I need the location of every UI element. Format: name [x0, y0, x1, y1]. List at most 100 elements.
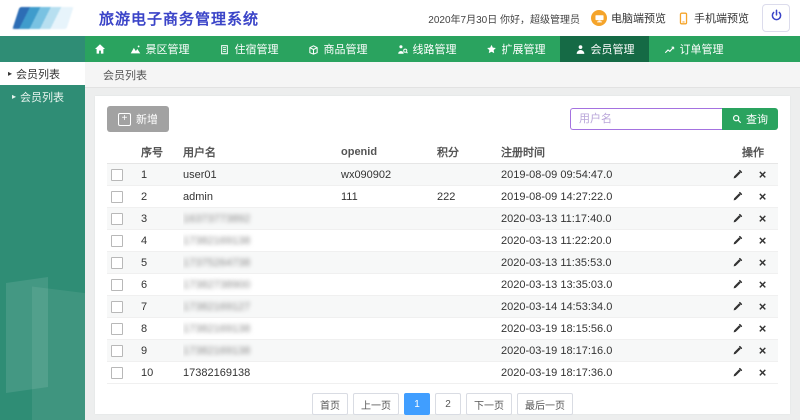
- edit-icon[interactable]: [731, 322, 744, 335]
- page-btn-page-1[interactable]: 1: [404, 393, 430, 415]
- cell-openid: [341, 230, 437, 252]
- table-header-row: 序号用户名openid积分注册时间操作: [107, 140, 778, 164]
- row-checkbox[interactable]: [111, 169, 123, 181]
- row-checkbox[interactable]: [111, 367, 123, 379]
- phone-icon: [677, 12, 690, 25]
- delete-icon[interactable]: ×: [756, 344, 769, 357]
- nav-item-goods[interactable]: 商品管理: [293, 36, 382, 62]
- nav-item-label: 订单管理: [680, 41, 724, 57]
- nav-item-order[interactable]: 订单管理: [649, 36, 738, 62]
- cell-openid: [341, 340, 437, 362]
- cell-username: 17382169127: [183, 296, 341, 318]
- cell-seq: 10: [141, 362, 183, 384]
- search-icon: [732, 114, 742, 124]
- breadcrumb: 会员列表: [85, 62, 800, 88]
- edit-icon[interactable]: [731, 212, 744, 225]
- row-checkbox[interactable]: [111, 257, 123, 269]
- pagination: 首页上一页12下一页最后一页: [107, 384, 778, 419]
- edit-icon[interactable]: [731, 234, 744, 247]
- sidebar-item-label: 会员列表: [16, 66, 60, 82]
- cell-username: 17382169138: [183, 340, 341, 362]
- sidebar-item-member-list-child[interactable]: ▸ 会员列表: [0, 85, 85, 108]
- home-icon[interactable]: [85, 36, 115, 62]
- body-row: ▸会员列表▸会员列表 景区管理住宿管理商品管理线路管理扩展管理会员管理订单管理 …: [0, 36, 800, 420]
- delete-icon[interactable]: ×: [756, 212, 769, 225]
- row-checkbox[interactable]: [111, 323, 123, 335]
- cell-reg-time: 2020-03-19 18:17:16.0: [501, 340, 719, 362]
- edit-icon[interactable]: [731, 168, 744, 181]
- cell-points: [437, 230, 501, 252]
- member-list-panel: + 新增 查询: [95, 96, 790, 414]
- search-button-label: 查询: [746, 111, 768, 127]
- row-checkbox[interactable]: [111, 279, 123, 291]
- delete-icon[interactable]: ×: [756, 168, 769, 181]
- row-checkbox[interactable]: [111, 301, 123, 313]
- mobile-preview-button[interactable]: 手机端预览: [677, 10, 749, 26]
- nav-item-route[interactable]: 线路管理: [382, 36, 471, 62]
- delete-icon[interactable]: ×: [756, 300, 769, 313]
- nav-item-member[interactable]: 会员管理: [560, 36, 649, 62]
- edit-icon[interactable]: [731, 344, 744, 357]
- delete-icon[interactable]: ×: [756, 190, 769, 203]
- sidebar-item-member-list[interactable]: ▸会员列表: [0, 62, 85, 85]
- delete-icon[interactable]: ×: [756, 234, 769, 247]
- search-input[interactable]: [570, 108, 722, 130]
- chevron-right-icon: ▸: [12, 93, 16, 101]
- extension-icon: [486, 44, 497, 55]
- nav-item-extension[interactable]: 扩展管理: [471, 36, 560, 62]
- cell-points: [437, 362, 501, 384]
- cell-seq: 8: [141, 318, 183, 340]
- cell-openid: [341, 252, 437, 274]
- page-btn-last[interactable]: 最后一页: [517, 393, 573, 415]
- hotel-icon: [219, 44, 230, 55]
- cell-seq: 3: [141, 208, 183, 230]
- sidebar-menu: ▸会员列表▸会员列表: [0, 36, 85, 108]
- edit-icon[interactable]: [731, 256, 744, 269]
- power-button[interactable]: [762, 4, 790, 32]
- delete-icon[interactable]: ×: [756, 256, 769, 269]
- cell-seq: 4: [141, 230, 183, 252]
- search-button[interactable]: 查询: [722, 108, 778, 130]
- row-checkbox[interactable]: [111, 345, 123, 357]
- cell-actions: ×: [719, 230, 778, 252]
- cell-username: 17382169138: [183, 230, 341, 252]
- cell-openid: [341, 208, 437, 230]
- cell-username: 17382738900: [183, 274, 341, 296]
- cell-actions: ×: [719, 362, 778, 384]
- column-header: 积分: [437, 140, 501, 164]
- page-btn-first[interactable]: 首页: [312, 393, 348, 415]
- sidebar-item-label: 会员列表: [20, 89, 64, 105]
- delete-icon[interactable]: ×: [756, 278, 769, 291]
- pc-preview-button[interactable]: 电脑端预览: [591, 10, 666, 26]
- column-header: 注册时间: [501, 140, 719, 164]
- monitor-icon: [591, 10, 607, 26]
- row-checkbox[interactable]: [111, 235, 123, 247]
- main-nav: 景区管理住宿管理商品管理线路管理扩展管理会员管理 订单管理: [85, 36, 800, 62]
- mobile-preview-label: 手机端预览: [694, 10, 749, 26]
- edit-icon[interactable]: [731, 190, 744, 203]
- edit-icon[interactable]: [731, 366, 744, 379]
- app-window: 旅游电子商务管理系统 2020年7月30日 你好，超级管理员 电脑端预览 手机端…: [0, 0, 800, 420]
- nav-item-hotel[interactable]: 住宿管理: [204, 36, 293, 62]
- cell-reg-time: 2020-03-13 13:35:03.0: [501, 274, 719, 296]
- add-button[interactable]: + 新增: [107, 106, 169, 132]
- table-row: 1user01wx0909022019-08-09 09:54:47.0×: [107, 164, 778, 186]
- cell-seq: 2: [141, 186, 183, 208]
- header-right: 2020年7月30日 你好，超级管理员 电脑端预览 手机端预览: [428, 4, 790, 32]
- row-checkbox[interactable]: [111, 213, 123, 225]
- page-btn-page-2[interactable]: 2: [435, 393, 461, 415]
- delete-icon[interactable]: ×: [756, 366, 769, 379]
- row-checkbox[interactable]: [111, 191, 123, 203]
- table-row: 8173821691382020-03-19 18:15:56.0×: [107, 318, 778, 340]
- cell-reg-time: 2020-03-13 11:22:20.0: [501, 230, 719, 252]
- delete-icon[interactable]: ×: [756, 322, 769, 335]
- main-column: 景区管理住宿管理商品管理线路管理扩展管理会员管理 订单管理 会员列表 + 新增: [85, 36, 800, 420]
- page-btn-prev[interactable]: 上一页: [353, 393, 399, 415]
- date-greeting: 2020年7月30日 你好，超级管理员: [428, 11, 580, 26]
- page-btn-next[interactable]: 下一页: [466, 393, 512, 415]
- nav-item-scenic[interactable]: 景区管理: [115, 36, 204, 62]
- route-icon: [397, 44, 408, 55]
- edit-icon[interactable]: [731, 278, 744, 291]
- edit-icon[interactable]: [731, 300, 744, 313]
- nav-items: 景区管理住宿管理商品管理线路管理扩展管理会员管理 订单管理: [115, 36, 738, 62]
